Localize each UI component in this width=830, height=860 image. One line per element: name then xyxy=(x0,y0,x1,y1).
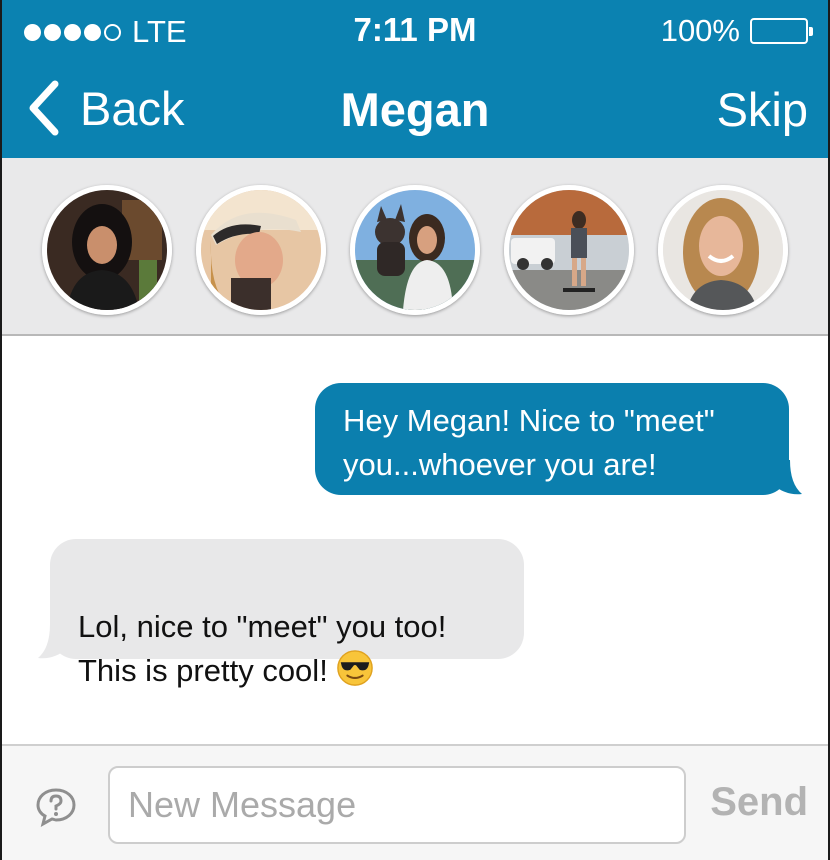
avatar-5[interactable] xyxy=(658,185,788,315)
message-input[interactable] xyxy=(108,766,686,844)
incoming-message-text: Lol, nice to "meet" you too! This is pre… xyxy=(78,609,447,688)
avatar-3[interactable] xyxy=(350,185,480,315)
avatar-1[interactable] xyxy=(42,185,172,315)
message-composer: Send xyxy=(2,744,828,860)
outgoing-bubble-tail xyxy=(772,460,802,495)
profile-photo-1 xyxy=(47,190,167,310)
incoming-bubble-tail xyxy=(38,624,68,659)
chat-bubble-question-icon[interactable] xyxy=(34,786,78,828)
avatar-2[interactable] xyxy=(196,185,326,315)
profile-photo-5 xyxy=(663,190,783,310)
battery-icon xyxy=(750,18,813,44)
page-title: Megan xyxy=(340,83,490,136)
skip-button[interactable]: Skip xyxy=(717,82,808,137)
navigation-bar: Back Megan Skip xyxy=(2,62,828,158)
profile-photo-3 xyxy=(355,190,475,310)
top-bar: LTE 7:11 PM 100% Back Megan Skip xyxy=(2,0,828,158)
avatar-4[interactable] xyxy=(504,185,634,315)
sunglasses-emoji-icon xyxy=(337,650,373,686)
battery-nub xyxy=(809,27,813,36)
profile-photo-2 xyxy=(201,190,321,310)
battery-percent: 100% xyxy=(660,13,740,48)
status-bar: LTE 7:11 PM 100% xyxy=(2,0,828,62)
incoming-message: Lol, nice to "meet" you too! This is pre… xyxy=(50,539,524,688)
message-thread: Hey Megan! Nice to "meet" you...whoever … xyxy=(2,336,828,744)
outgoing-message: Hey Megan! Nice to "meet" you...whoever … xyxy=(315,383,789,495)
avatar-strip xyxy=(2,158,828,336)
battery-indicator: 100% xyxy=(660,13,813,49)
profile-photo-4 xyxy=(509,190,629,310)
send-button[interactable]: Send xyxy=(710,780,808,825)
